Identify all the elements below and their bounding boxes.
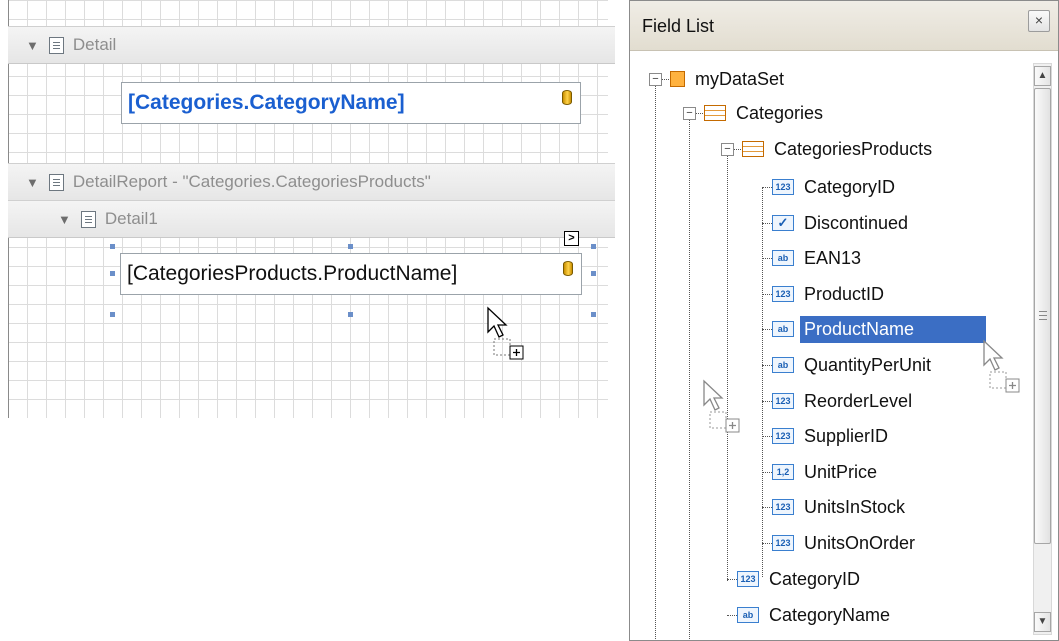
tree-node-field[interactable]: 123 CategoryID [737, 562, 864, 596]
tree-node-field[interactable]: 1,2 UnitPrice [772, 455, 881, 489]
drag-copy-cursor-icon [487, 306, 524, 360]
string-icon: ab [772, 321, 794, 337]
boolean-icon: ✓ [772, 215, 794, 231]
field-expression: [Categories.CategoryName] [128, 91, 405, 114]
panel-header: Field List × [630, 1, 1058, 51]
panel-title: Field List [642, 16, 715, 36]
band-detail-report[interactable]: ▼ DetailReport - "Categories.CategoriesP… [8, 163, 615, 201]
tree-node-field[interactable]: ab QuantityPerUnit [772, 348, 935, 382]
field-list-panel: Field List × − − − myDataSet Categories … [629, 0, 1059, 641]
scroll-down-button[interactable]: ▼ [1034, 612, 1051, 632]
string-icon: ab [772, 357, 794, 373]
band-label: DetailReport - "Categories.CategoriesPro… [72, 172, 431, 191]
tree-connector [689, 113, 690, 639]
band-detail[interactable]: ▼ Detail [8, 26, 615, 64]
grip-icon [1039, 311, 1047, 320]
tree-connector [762, 436, 772, 437]
resize-handle[interactable] [110, 271, 115, 276]
tree-node-categories[interactable]: Categories [704, 96, 827, 130]
number-icon: 123 [772, 499, 794, 515]
tree-node-field[interactable]: 123 ReorderLevel [772, 384, 916, 418]
tree-connector [762, 223, 772, 224]
table-icon [704, 105, 726, 121]
tree-node-field[interactable]: 123 UnitsInStock [772, 490, 909, 524]
tree-connector [762, 365, 772, 366]
scroll-thumb[interactable] [1034, 88, 1051, 544]
smart-tag-icon[interactable]: > [564, 231, 579, 246]
resize-handle[interactable] [110, 244, 115, 249]
band-label: Detail1 [104, 209, 158, 228]
vertical-scrollbar[interactable]: ▲ ▼ [1033, 63, 1052, 635]
close-icon: × [1034, 12, 1044, 28]
number-icon: 123 [737, 571, 759, 587]
tree-connector [762, 472, 772, 473]
report-designer-surface[interactable]: ▼ Detail [Categories.CategoryName] ▼ Det… [0, 0, 615, 418]
resize-handle[interactable] [591, 312, 596, 317]
tree-connector [762, 258, 772, 259]
tree-connector [762, 543, 772, 544]
resize-handle[interactable] [591, 244, 596, 249]
tree-node-categoriesproducts[interactable]: CategoriesProducts [742, 132, 936, 166]
decimal-icon: 1,2 [772, 464, 794, 480]
tree-connector [762, 401, 772, 402]
resize-handle[interactable] [110, 312, 115, 317]
category-name-field[interactable]: [Categories.CategoryName] [121, 82, 581, 124]
tree-node-field[interactable]: ✓ Discontinued [772, 206, 912, 240]
number-icon: 123 [772, 428, 794, 444]
scroll-up-button[interactable]: ▲ [1034, 66, 1051, 86]
tree-node-mydataset[interactable]: myDataSet [670, 62, 788, 96]
field-tree[interactable]: − − − myDataSet Categories CategoriesPro… [636, 57, 1031, 639]
tree-connector [762, 187, 772, 188]
number-icon: 123 [772, 393, 794, 409]
string-icon: ab [737, 607, 759, 623]
database-icon [563, 261, 573, 276]
tree-connector [762, 507, 772, 508]
resize-handle[interactable] [591, 271, 596, 276]
tree-connector [762, 329, 772, 330]
tree-connector [762, 187, 763, 577]
tree-node-field[interactable]: 123 UnitsOnOrder [772, 526, 919, 560]
tree-connector [727, 615, 737, 616]
resize-handle[interactable] [348, 312, 353, 317]
drag-cursor-icon [703, 379, 740, 433]
collapse-triangle-icon[interactable]: ▼ [26, 175, 39, 190]
database-icon [562, 90, 572, 105]
close-button[interactable]: × [1028, 10, 1050, 32]
resize-handle[interactable] [348, 244, 353, 249]
tree-connector [655, 79, 656, 639]
tree-node-field[interactable]: ab EAN13 [772, 241, 865, 275]
field-expression: [CategoriesProducts.ProductName] [127, 262, 458, 285]
band-icon [48, 36, 64, 54]
collapse-triangle-icon[interactable]: ▼ [26, 38, 39, 53]
tree-node-field[interactable]: ab CategoryName [737, 598, 894, 632]
string-icon: ab [772, 250, 794, 266]
number-icon: 123 [772, 286, 794, 302]
collapse-toggle-icon[interactable]: − [683, 107, 696, 120]
tree-node-field-selected[interactable]: ab ProductName [772, 312, 987, 346]
number-icon: 123 [772, 535, 794, 551]
band-detail1[interactable]: ▼ Detail1 [8, 200, 615, 238]
tree-connector [727, 579, 737, 580]
collapse-triangle-icon[interactable]: ▼ [58, 212, 71, 227]
tree-connector [762, 294, 772, 295]
dataset-icon [670, 71, 685, 87]
table-icon [742, 141, 764, 157]
collapse-toggle-icon[interactable]: − [649, 73, 662, 86]
product-name-field[interactable]: [CategoriesProducts.ProductName] [120, 253, 582, 295]
tree-connector [727, 149, 728, 581]
tree-node-field[interactable]: 123 ProductID [772, 277, 888, 311]
band-icon [48, 173, 64, 191]
band-icon [80, 210, 96, 228]
tree-node-field[interactable]: 123 SupplierID [772, 419, 892, 453]
drag-cursor-icon [983, 339, 1020, 393]
band-label: Detail [72, 35, 117, 54]
number-icon: 123 [772, 179, 794, 195]
collapse-toggle-icon[interactable]: − [721, 143, 734, 156]
tree-node-field[interactable]: 123 CategoryID [772, 170, 899, 204]
